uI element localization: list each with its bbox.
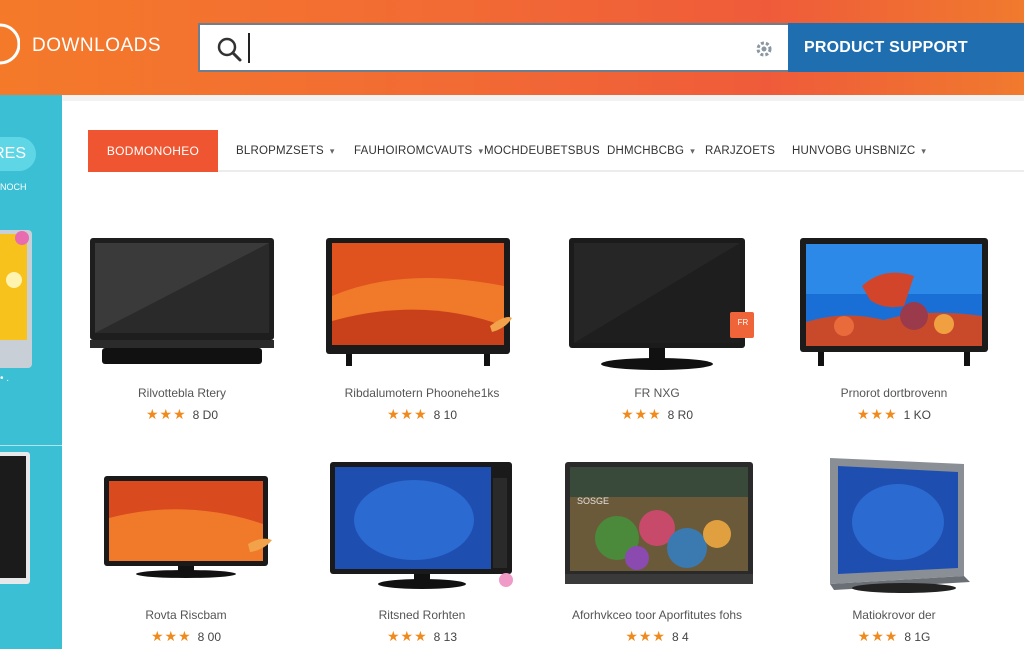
product-card[interactable]: Ritsned Rorhten ★★★ 8 13 <box>302 458 542 648</box>
sidebar-pill-button[interactable]: RES <box>0 137 36 171</box>
product-price: 8 4 <box>671 630 689 644</box>
logo-text[interactable]: DOWNLOADS <box>32 35 161 57</box>
product-price: 8 1G <box>904 630 931 644</box>
chevron-down-icon: ▾ <box>690 146 695 156</box>
product-name[interactable]: Ritsned Rorhten <box>302 608 542 622</box>
product-price: 8 R0 <box>667 408 693 422</box>
chevron-down-icon: ▾ <box>478 146 484 156</box>
tab-category-3[interactable]: MOCHDEUBETSBUS <box>484 130 600 172</box>
product-rating: ★★★ 8 10 <box>302 406 542 423</box>
tab-category-6[interactable]: HUNVOBG UHSBNIZC ▾ <box>792 130 926 172</box>
category-bar: BODMONOHEO BLROPMZSETS ▾ FAUHOIROMCVAUTS ▾… <box>88 130 1024 172</box>
logo-icon <box>0 23 20 65</box>
product-price: 8 10 <box>433 408 457 422</box>
product-card[interactable]: SOSGE Aforhvkceo toor Aporfitutes fohs ★… <box>537 458 777 648</box>
sidebar: RES NOCH • . <box>0 95 62 649</box>
product-rating: ★★★ 8 D0 <box>62 406 302 423</box>
tab-category-2[interactable]: FAUHOIROMCVAUTS ▾ <box>354 130 483 172</box>
tv-image[interactable] <box>774 458 1014 598</box>
search-input[interactable] <box>248 33 738 63</box>
star-rating-icon: ★★★ <box>620 406 662 422</box>
product-name[interactable]: Rovta Riscbam <box>66 608 306 622</box>
product-name[interactable]: Aforhvkceo toor Aporfitutes fohs <box>537 608 777 622</box>
search-bar[interactable] <box>198 23 790 72</box>
sidebar-label: NOCH <box>0 182 27 192</box>
product-price: 8 D0 <box>192 408 218 422</box>
top-header: DOWNLOADS PRODUCT SUPPORT <box>0 0 1024 95</box>
product-price: 8 13 <box>433 630 457 644</box>
tab-active[interactable]: BODMONOHEO <box>88 130 218 172</box>
product-price: 8 00 <box>197 630 221 644</box>
tab-category-1[interactable]: BLROPMZSETS ▾ <box>236 130 335 172</box>
new-badge: FR <box>737 318 749 327</box>
product-name[interactable]: Rilvottebla Rtery <box>62 386 302 400</box>
star-rating-icon: ★★★ <box>386 628 428 644</box>
product-rating: ★★★ 8 4 <box>537 628 777 645</box>
product-name[interactable]: FR NXG <box>537 386 777 400</box>
product-rating: ★★★ 8 00 <box>66 628 306 645</box>
product-name[interactable]: Matiokrovor der <box>774 608 1014 622</box>
gear-icon[interactable] <box>754 39 774 59</box>
product-name[interactable]: Ribdalumotern Phoonehe1ks <box>302 386 542 400</box>
tv-image[interactable] <box>302 236 542 376</box>
product-card[interactable]: Ribdalumotern Phoonehe1ks ★★★ 8 10 <box>302 236 542 426</box>
star-rating-icon: ★★★ <box>856 406 898 422</box>
product-name[interactable]: Prnorot dortbrovenn <box>774 386 1014 400</box>
product-rating: ★★★ 8 R0 <box>537 406 777 423</box>
product-card[interactable]: Matiokrovor der ★★★ 8 1G <box>774 458 1014 648</box>
product-rating: ★★★ 1 KO <box>774 406 1014 423</box>
sidebar-dots: • . <box>0 373 10 384</box>
tab-category-5[interactable]: RARJZOETS <box>705 130 775 172</box>
product-card[interactable]: FR FR NXG ★★★ 8 R0 <box>537 236 777 426</box>
chevron-down-icon: ▾ <box>921 146 927 156</box>
screen-caption: SOSGE <box>577 496 610 506</box>
tab-category-4[interactable]: DHMCHBCBG ▾ <box>607 130 695 172</box>
star-rating-icon: ★★★ <box>145 406 187 422</box>
sidebar-device-thumbnail[interactable] <box>0 230 34 368</box>
product-price: 1 KO <box>903 408 931 422</box>
header-divider <box>62 95 1024 101</box>
product-card[interactable]: Prnorot dortbrovenn ★★★ 1 KO <box>774 236 1014 426</box>
tv-image[interactable] <box>302 458 542 598</box>
product-card[interactable]: Rilvottebla Rtery ★★★ 8 D0 <box>62 236 302 426</box>
star-rating-icon: ★★★ <box>386 406 428 422</box>
sidebar-divider <box>0 445 62 446</box>
product-rating: ★★★ 8 1G <box>774 628 1014 645</box>
star-rating-icon: ★★★ <box>625 628 666 644</box>
product-support-button[interactable]: PRODUCT SUPPORT <box>788 23 1024 72</box>
star-rating-icon: ★★★ <box>150 628 192 644</box>
sidebar-tv-thumbnail[interactable] <box>0 450 36 590</box>
tv-image[interactable] <box>537 458 777 598</box>
tv-image[interactable] <box>62 236 302 376</box>
tv-image[interactable] <box>537 236 777 376</box>
chevron-down-icon: ▾ <box>329 146 335 156</box>
tv-image[interactable] <box>66 458 306 598</box>
search-icon[interactable] <box>216 36 242 62</box>
tv-image[interactable] <box>774 236 1014 376</box>
product-card[interactable]: Rovta Riscbam ★★★ 8 00 <box>66 458 306 648</box>
product-rating: ★★★ 8 13 <box>302 628 542 645</box>
star-rating-icon: ★★★ <box>857 628 899 644</box>
